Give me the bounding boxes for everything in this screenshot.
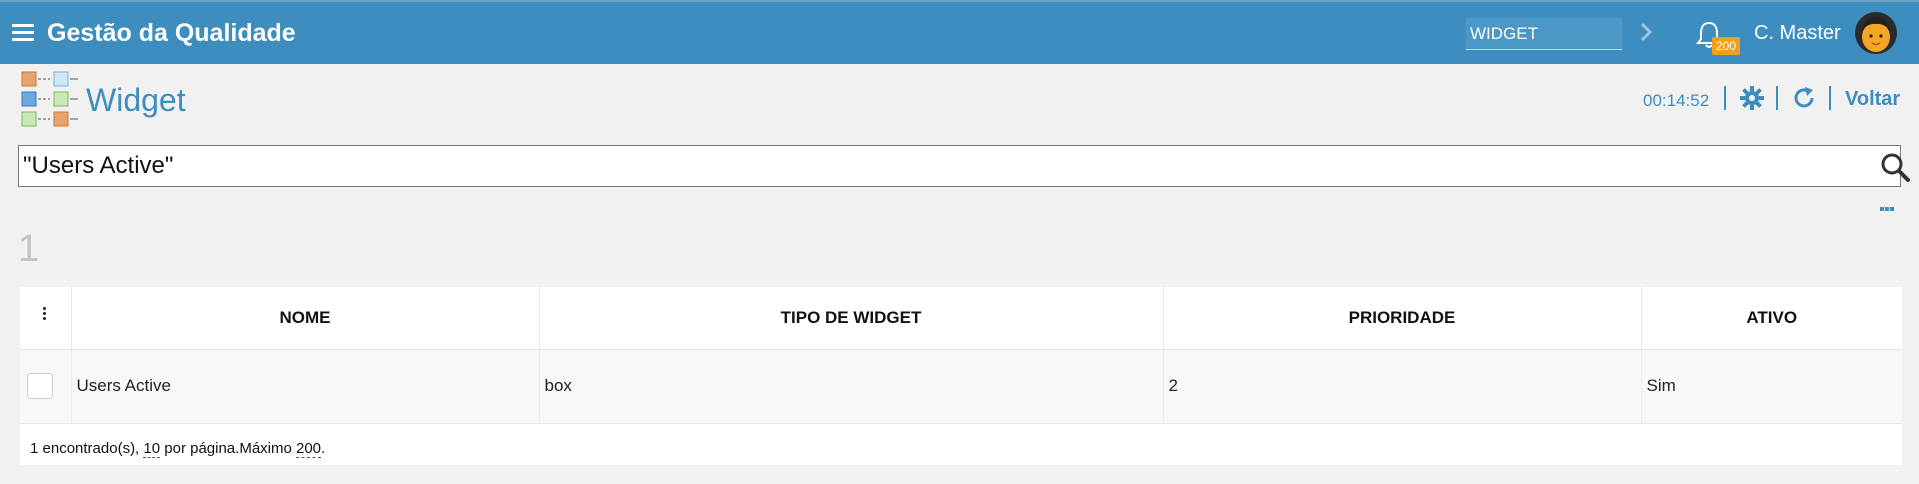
kebab-icon[interactable] (43, 307, 47, 323)
column-header-ativo[interactable]: ATIVO (1641, 287, 1902, 350)
search-box (18, 145, 1910, 187)
footer-end: . (321, 440, 326, 457)
divider (1776, 86, 1778, 110)
user-name[interactable]: C. Master (1754, 22, 1841, 45)
column-menu[interactable] (20, 287, 72, 350)
avatar[interactable] (1854, 11, 1898, 55)
top-bar: Gestão da Qualidade 200 C. Master (0, 0, 1919, 64)
results-table: NOME TIPO DE WIDGET PRIORIDADE ATIVO Use… (20, 287, 1902, 465)
cell-tipo: box (539, 349, 1164, 424)
per-page-text: por página.Máximo (160, 440, 296, 457)
back-button[interactable]: Voltar (1845, 88, 1900, 111)
row-checkbox[interactable] (27, 373, 53, 399)
per-page-value[interactable]: 10 (143, 440, 161, 458)
table-row[interactable]: Users Active box 2 Sim (20, 349, 1902, 424)
page-title: Widget (86, 82, 186, 118)
cell-prioridade: 2 (1163, 349, 1642, 424)
app-title: Gestão da Qualidade (47, 19, 296, 47)
max-value[interactable]: 200 (296, 440, 322, 458)
result-count: 1 (18, 228, 40, 270)
found-text: 1 encontrado(s), (30, 440, 144, 457)
search-input[interactable] (23, 150, 1823, 182)
gear-icon[interactable] (1740, 86, 1764, 110)
column-header-prioridade[interactable]: PRIORIDADE (1163, 287, 1642, 350)
divider (1829, 86, 1831, 110)
session-timer: 00:14:52 (1643, 91, 1710, 110)
module-input[interactable] (1466, 18, 1622, 50)
chevron-right-icon[interactable] (1636, 18, 1656, 46)
widget-logo-icon (21, 71, 78, 127)
more-options-icon[interactable] (1880, 198, 1896, 211)
divider (1724, 86, 1726, 110)
cell-nome: Users Active (71, 349, 540, 424)
refresh-icon[interactable] (1792, 86, 1816, 110)
hamburger-menu-icon[interactable] (12, 24, 34, 42)
cell-ativo: Sim (1641, 349, 1902, 424)
search-icon[interactable] (1879, 151, 1911, 183)
column-header-nome[interactable]: NOME (71, 287, 540, 350)
pagination-info: 1 encontrado(s), 10 por página.Máximo 20… (30, 440, 326, 458)
notification-badge[interactable]: 200 (1712, 37, 1740, 55)
table-header-row: NOME TIPO DE WIDGET PRIORIDADE ATIVO (20, 287, 1902, 350)
column-header-tipo[interactable]: TIPO DE WIDGET (539, 287, 1164, 350)
